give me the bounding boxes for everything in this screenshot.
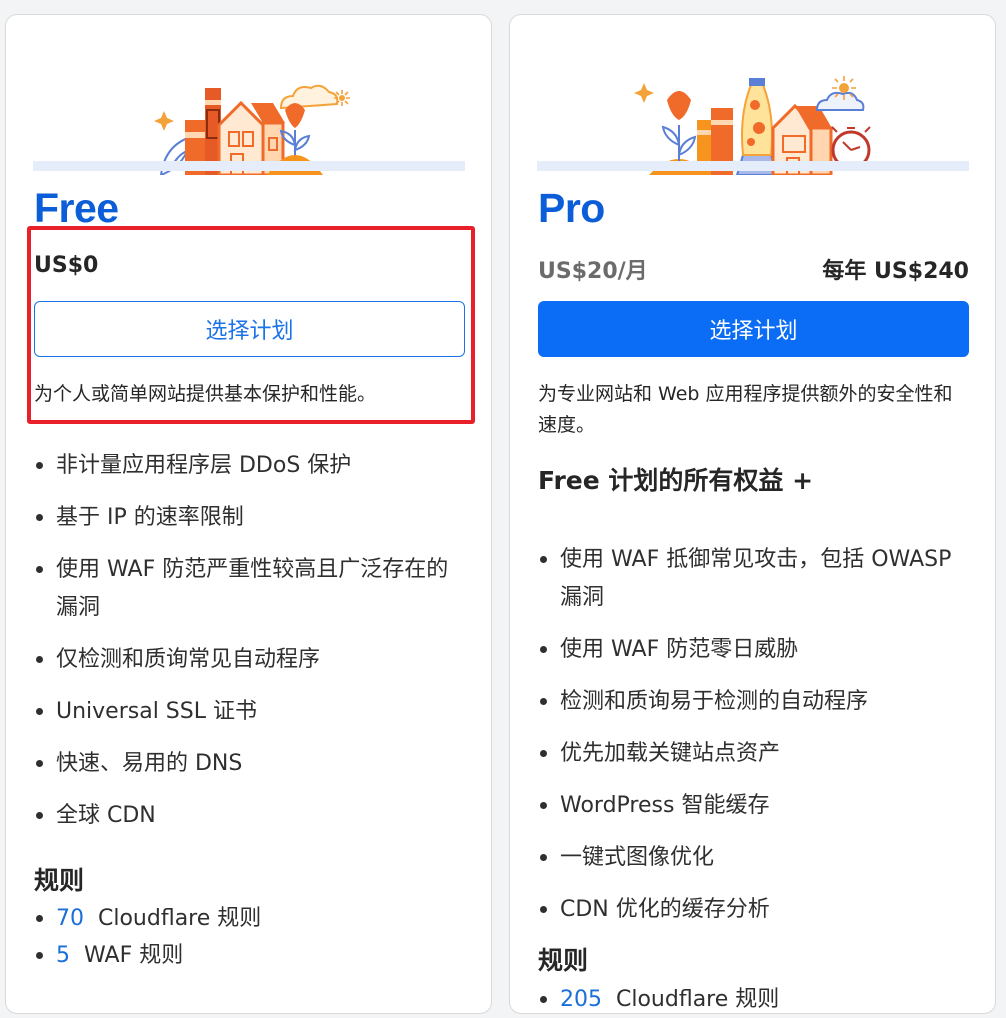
feature-list: 使用 WAF 抵御常见攻击，包括 OWASP 漏洞 使用 WAF 防范零日威胁 … [538, 541, 970, 943]
feature-item: 使用 WAF 抵御常见攻击，包括 OWASP 漏洞 [538, 541, 970, 617]
feature-item: CDN 优化的缓存分析 [538, 891, 970, 929]
feature-item: 全球 CDN [34, 797, 466, 835]
feature-item: 优先加载关键站点资产 [538, 735, 970, 773]
feature-item: 快速、易用的 DNS [34, 745, 466, 783]
rule-item: 205 Cloudflare 规则 [538, 981, 779, 1018]
annual-price: 每年 US$240 [822, 259, 969, 284]
plan-card-free: Free US$0 选择计划 为个人或简单网站提供基本保护和性能。 非计量应用程… [5, 14, 492, 1014]
books-house-flower-illustration [154, 84, 350, 175]
rule-label: Cloudflare 规则 [616, 987, 780, 1012]
feature-item: 一键式图像优化 [538, 839, 970, 877]
plan-description: 为专业网站和 Web 应用程序提供额外的安全性和速度。 [538, 383, 953, 436]
illustration-band [537, 161, 969, 171]
rule-count: 5 [56, 943, 70, 968]
rule-count: 205 [560, 987, 602, 1012]
plan-name: Free [34, 185, 119, 231]
feature-item: 检测和质询易于检测的自动程序 [538, 683, 970, 721]
rule-label: Cloudflare 规则 [98, 906, 262, 931]
feature-list: 非计量应用程序层 DDoS 保护 基于 IP 的速率限制 使用 WAF 防范严重… [34, 447, 466, 849]
highlight-annotation [27, 226, 475, 424]
plan-name: Pro [538, 185, 605, 231]
feature-item: Universal SSL 证书 [34, 693, 466, 731]
rule-item: 5 WAF 规则 [34, 937, 261, 974]
plan-price: US$20/月 [538, 259, 648, 284]
flower-books-lavalamp-house-clock-illustration [634, 76, 871, 175]
rules-heading: 规则 [538, 946, 589, 975]
feature-item: 基于 IP 的速率限制 [34, 499, 466, 537]
rule-count: 70 [56, 906, 84, 931]
rules-list: 70 Cloudflare 规则 5 WAF 规则 [34, 900, 261, 974]
rules-list: 205 Cloudflare 规则 [538, 981, 779, 1018]
select-plan-button[interactable]: 选择计划 [538, 301, 969, 357]
feature-item: 使用 WAF 防范零日威胁 [538, 631, 970, 669]
feature-item: WordPress 智能缓存 [538, 787, 970, 825]
rule-item: 70 Cloudflare 规则 [34, 900, 261, 937]
inherited-benefits-heading: Free 计划的所有权益 + [538, 466, 814, 495]
feature-item: 仅检测和质询常见自动程序 [34, 641, 466, 679]
rule-label: WAF 规则 [84, 943, 184, 968]
rules-heading: 规则 [34, 866, 85, 895]
plan-card-pro: Pro US$20/月 每年 US$240 选择计划 为专业网站和 Web 应用… [509, 14, 996, 1014]
illustration-band [33, 161, 465, 171]
feature-item: 使用 WAF 防范严重性较高且广泛存在的漏洞 [34, 551, 466, 627]
feature-item: 非计量应用程序层 DDoS 保护 [34, 447, 466, 485]
